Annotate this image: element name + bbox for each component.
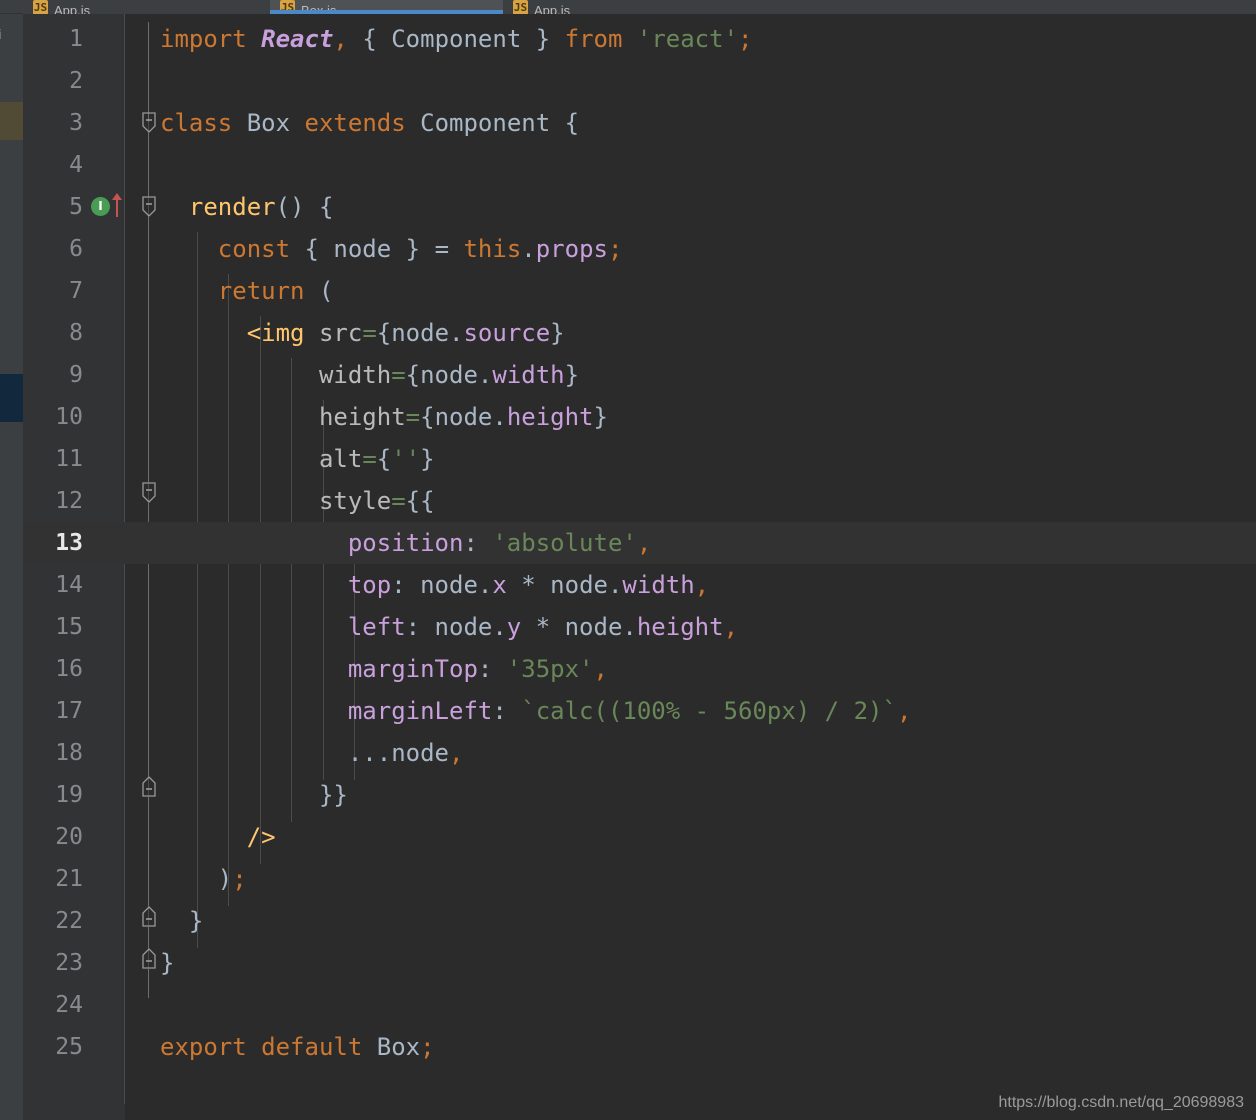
code-line[interactable]: 20 /> (23, 816, 1256, 858)
ide-window: ui JS App.js JS Box.js JS App.js (0, 0, 1256, 1120)
code-line[interactable]: 10 height={node.height} (23, 396, 1256, 438)
code-rows[interactable]: 1 import React, { Component } from 'reac… (23, 18, 1256, 1068)
code-line[interactable]: 9 width={node.width} (23, 354, 1256, 396)
line-number: 24 (55, 992, 83, 1018)
line-content[interactable]: /> (160, 816, 276, 858)
tab-app-js-right[interactable]: JS App.js (503, 0, 743, 14)
code-line-current[interactable]: 13 position: 'absolute', (23, 522, 1256, 564)
line-content[interactable]: marginTop: '35px', (160, 648, 608, 690)
csdn-watermark: https://blog.csdn.net/qq_20698983 (998, 1094, 1244, 1111)
code-line[interactable]: 12 style={{ (23, 480, 1256, 522)
code-line[interactable]: 17 marginLeft: `calc((100% - 560px) / 2)… (23, 690, 1256, 732)
line-content[interactable]: position: 'absolute', (160, 522, 651, 564)
tab-app-js-left[interactable]: JS App.js (23, 0, 270, 14)
line-content[interactable]: import React, { Component } from 'react'… (160, 18, 752, 60)
js-file-icon: JS (33, 0, 48, 14)
code-line[interactable]: 24 (23, 984, 1256, 1026)
line-content[interactable]: ...node, (160, 732, 464, 774)
line-number: 21 (55, 866, 83, 892)
strip-divider (0, 0, 23, 14)
line-number: 6 (69, 236, 83, 262)
line-content[interactable]: marginLeft: `calc((100% - 560px) / 2)`, (160, 690, 912, 732)
line-number: 25 (55, 1034, 83, 1060)
line-number: 9 (69, 362, 83, 388)
line-content[interactable]: <img src={node.source} (160, 312, 565, 354)
line-number: 2 (69, 68, 83, 94)
project-tree-clipped-label: ui (0, 26, 2, 42)
line-content[interactable]: } (160, 942, 174, 984)
code-line[interactable]: 1 import React, { Component } from 'reac… (23, 18, 1256, 60)
line-number: 14 (55, 572, 83, 598)
code-line[interactable]: 14 top: node.x * node.width, (23, 564, 1256, 606)
tab-box-js[interactable]: JS Box.js (270, 0, 503, 14)
line-number: 13 (55, 530, 83, 556)
line-content[interactable]: } (160, 900, 203, 942)
line-content[interactable]: style={{ (160, 480, 435, 522)
code-line[interactable]: 22 } (23, 900, 1256, 942)
line-number: 22 (55, 908, 83, 934)
line-number: 8 (69, 320, 83, 346)
line-content[interactable]: width={node.width} (160, 354, 579, 396)
line-number: 1 (69, 26, 83, 52)
line-number: 4 (69, 152, 83, 178)
line-content[interactable]: height={node.height} (160, 396, 608, 438)
line-content[interactable]: ); (160, 858, 247, 900)
line-number: 15 (55, 614, 83, 640)
code-line[interactable]: 18 ...node, (23, 732, 1256, 774)
line-number: 11 (55, 446, 83, 472)
line-content[interactable]: export default Box; (160, 1026, 435, 1068)
code-line[interactable]: 7 return ( (23, 270, 1256, 312)
js-file-icon: JS (513, 0, 528, 14)
code-line[interactable]: 19 }} (23, 774, 1256, 816)
line-number: 10 (55, 404, 83, 430)
code-line[interactable]: 11 alt={''} (23, 438, 1256, 480)
line-number: 17 (55, 698, 83, 724)
line-content[interactable]: return ( (160, 270, 334, 312)
code-line[interactable]: 15 left: node.y * node.height, (23, 606, 1256, 648)
line-content[interactable]: alt={''} (160, 438, 435, 480)
code-editor[interactable]: I 1 import React, { Component } from 're… (23, 14, 1256, 1120)
line-number: 5 (69, 194, 83, 220)
code-line[interactable]: 6 const { node } = this.props; (23, 228, 1256, 270)
line-content[interactable]: const { node } = this.props; (160, 228, 623, 270)
code-line[interactable]: 5 render() { (23, 186, 1256, 228)
line-number: 19 (55, 782, 83, 808)
code-line[interactable]: 21 ); (23, 858, 1256, 900)
line-number: 18 (55, 740, 83, 766)
line-number: 20 (55, 824, 83, 850)
code-line[interactable]: 3 class Box extends Component { (23, 102, 1256, 144)
project-marker-strip[interactable]: ui (0, 0, 23, 1120)
marker-navy[interactable] (0, 374, 23, 422)
line-number: 3 (69, 110, 83, 136)
editor-tabbar[interactable]: JS App.js JS Box.js JS App.js (23, 0, 1256, 14)
line-number: 16 (55, 656, 83, 682)
line-content[interactable]: render() { (160, 186, 334, 228)
tab-label: App.js (534, 2, 571, 15)
tab-label: App.js (54, 2, 91, 15)
marker-olive[interactable] (0, 102, 23, 140)
code-line[interactable]: 23 } (23, 942, 1256, 984)
line-content[interactable]: left: node.y * node.height, (160, 606, 738, 648)
line-content[interactable]: class Box extends Component { (160, 102, 579, 144)
code-line[interactable]: 16 marginTop: '35px', (23, 648, 1256, 690)
line-number: 12 (55, 488, 83, 514)
line-number: 23 (55, 950, 83, 976)
code-line[interactable]: 8 <img src={node.source} (23, 312, 1256, 354)
code-line[interactable]: 25 export default Box; (23, 1026, 1256, 1068)
line-number: 7 (69, 278, 83, 304)
code-line[interactable]: 4 (23, 144, 1256, 186)
line-content[interactable]: top: node.x * node.width, (160, 564, 709, 606)
code-line[interactable]: 2 (23, 60, 1256, 102)
line-content[interactable]: }} (160, 774, 348, 816)
